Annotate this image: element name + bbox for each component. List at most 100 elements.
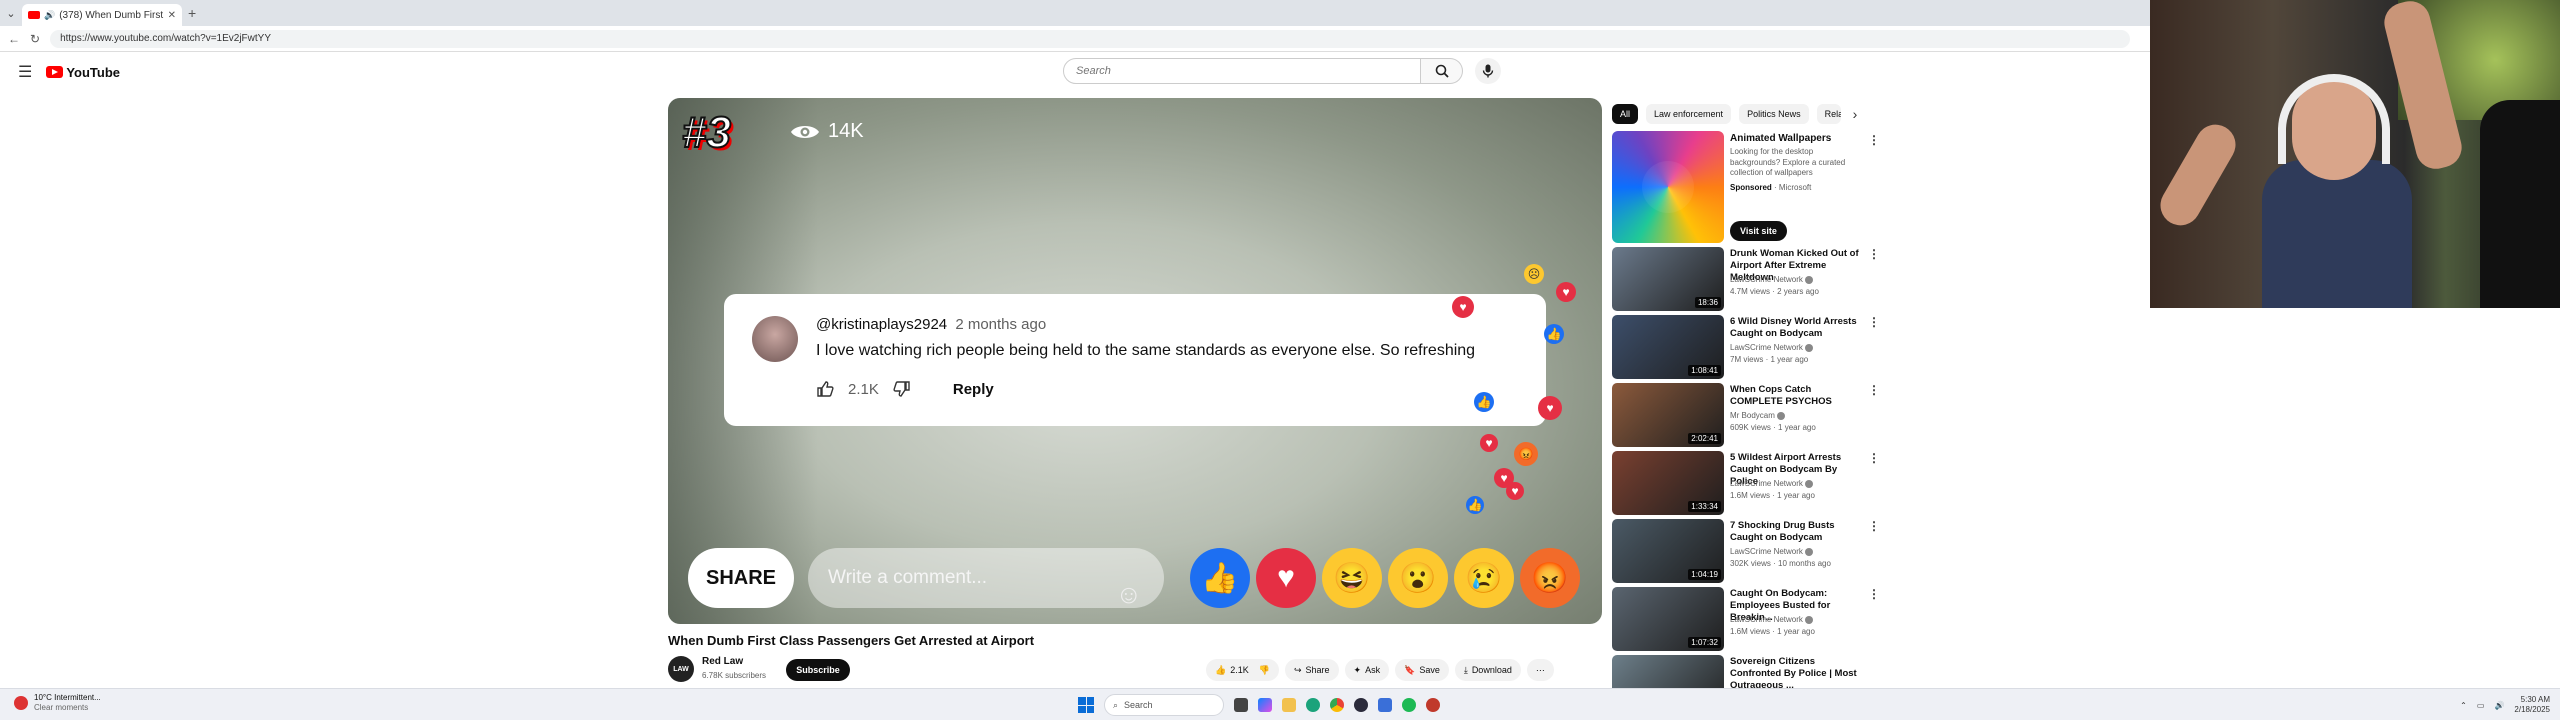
video-thumbnail[interactable]: 2:02:41 <box>1612 383 1724 447</box>
video-meta: 4.7M views · 2 years ago <box>1730 287 1819 296</box>
video-player[interactable]: #3 14K @kristinaplays2924 2 months ago I… <box>668 98 1602 624</box>
download-button[interactable]: ⤓ Download <box>1454 659 1521 681</box>
copilot-icon[interactable] <box>1258 698 1272 712</box>
visit-site-button[interactable]: Visit site <box>1730 221 1787 241</box>
chrome-icon[interactable] <box>1330 698 1344 712</box>
comment-header: @kristinaplays2924 2 months ago <box>816 316 1046 333</box>
browser-tab-active[interactable]: 🔊 (378) When Dumb First Class ✕ <box>22 4 182 26</box>
volume-icon[interactable]: 🔊 <box>2494 701 2504 710</box>
emoji-icon[interactable]: ☺ <box>1115 564 1142 624</box>
video-title[interactable]: When Cops Catch COMPLETE PSYCHOS <box>1730 384 1862 408</box>
more-vert-icon[interactable]: ⋮ <box>1868 519 1880 533</box>
recommended-video[interactable]: 1:07:32 Caught On Bodycam: Employees Bust… <box>1612 587 1880 651</box>
sponsored-ad[interactable]: Animated Wallpapers Looking for the desk… <box>1612 131 1880 243</box>
chevron-up-icon[interactable]: ⌃ <box>2460 701 2467 710</box>
more-vert-icon[interactable]: ⋮ <box>1868 247 1880 261</box>
voice-search-button[interactable] <box>1475 58 1501 84</box>
video-title[interactable]: Sovereign Citizens Confronted By Police … <box>1730 656 1862 691</box>
thumbs-up-icon: 👍 <box>1215 664 1227 675</box>
app-icon[interactable] <box>1426 698 1440 712</box>
streamer-body <box>2262 160 2412 308</box>
video-title[interactable]: 6 Wild Disney World Arrests Caught on Bo… <box>1730 316 1862 340</box>
video-thumbnail[interactable]: 1:07:32 <box>1612 587 1724 651</box>
video-thumbnail[interactable] <box>1612 655 1724 691</box>
weather-widget[interactable]: 10°C Intermittent... Clear moments <box>14 693 101 713</box>
channel-avatar[interactable]: LAW <box>668 656 694 682</box>
more-vert-icon[interactable]: ⋮ <box>1868 451 1880 465</box>
video-share-button[interactable]: SHARE <box>688 548 794 608</box>
float-heart-icon: ♥ <box>1452 296 1474 318</box>
wow-reaction-icon[interactable]: 😮 <box>1388 548 1448 608</box>
address-bar-row: ← ↻ https://www.youtube.com/watch?v=1Ev2… <box>0 26 2150 52</box>
like-button[interactable]: 👍 2.1K 👎 <box>1206 659 1279 681</box>
love-reaction-icon[interactable]: ♥ <box>1256 548 1316 608</box>
haha-reaction-icon[interactable]: 😆 <box>1322 548 1382 608</box>
clock[interactable]: 5:30 AM 2/18/2025 <box>2514 695 2550 715</box>
chip-law-enforcement[interactable]: Law enforcement <box>1646 104 1732 124</box>
dislike-icon[interactable]: 👎 <box>1259 665 1270 676</box>
channel-name[interactable]: LawSCrime Network <box>1730 275 1813 284</box>
channel-name[interactable]: LawSCrime Network <box>1730 343 1813 352</box>
recommended-video[interactable]: 1:33:34 5 Wildest Airport Arrests Caught … <box>1612 451 1880 515</box>
recommended-video[interactable]: 2:02:41 When Cops Catch COMPLETE PSYCHOS M… <box>1612 383 1880 447</box>
recommended-video[interactable]: 18:36 Drunk Woman Kicked Out of Airport A… <box>1612 247 1880 311</box>
like-reaction-icon[interactable]: 👍 <box>1190 548 1250 608</box>
task-view-icon[interactable] <box>1234 698 1248 712</box>
more-vert-icon[interactable]: ⋮ <box>1868 587 1880 601</box>
channel-name[interactable]: LawSCrime Network <box>1730 615 1813 624</box>
more-vert-icon[interactable]: ⋮ <box>1868 315 1880 329</box>
file-explorer-icon[interactable] <box>1282 698 1296 712</box>
more-vert-icon[interactable]: ⋮ <box>1868 655 1872 669</box>
tab-list-icon[interactable]: ⌄ <box>0 7 22 20</box>
edge-icon[interactable] <box>1306 698 1320 712</box>
chevron-right-icon[interactable]: › <box>1853 106 1858 122</box>
channel-name[interactable]: Mr Bodycam <box>1730 411 1785 420</box>
channel-name[interactable]: LawSCrime Network <box>1730 547 1813 556</box>
subscribe-button[interactable]: Subscribe <box>786 659 850 681</box>
youtube-logo[interactable]: YouTube <box>46 65 120 80</box>
sad-reaction-icon[interactable]: 😢 <box>1454 548 1514 608</box>
hamburger-menu-icon[interactable]: ☰ <box>18 62 32 82</box>
ad-thumbnail[interactable] <box>1612 131 1724 243</box>
search-button[interactable] <box>1421 58 1463 84</box>
url-field[interactable]: https://www.youtube.com/watch?v=1Ev2jFwt… <box>50 29 2131 48</box>
save-button[interactable]: 🔖 Save <box>1395 659 1449 681</box>
sparkle-icon: ✦ <box>1353 664 1362 675</box>
video-title[interactable]: 7 Shocking Drug Busts Caught on Bodycam <box>1730 520 1862 544</box>
video-thumbnail[interactable]: 18:36 <box>1612 247 1724 311</box>
write-comment-input[interactable]: Write a comment... ☺ <box>808 548 1164 609</box>
obs-icon[interactable] <box>1354 698 1368 712</box>
taskbar-search[interactable]: ⌕ Search <box>1104 694 1224 716</box>
close-tab-icon[interactable]: ✕ <box>168 10 176 21</box>
chip-related[interactable]: Rela <box>1816 104 1841 124</box>
webcam-overlay <box>2150 0 2560 308</box>
network-icon[interactable]: ▭ <box>2477 701 2485 710</box>
windows-start-icon[interactable] <box>1078 697 1094 713</box>
store-icon[interactable] <box>1378 698 1392 712</box>
speaker-icon[interactable]: 🔊 <box>44 10 55 21</box>
chip-politics-news[interactable]: Politics News <box>1739 104 1809 124</box>
more-vert-icon[interactable]: ⋮ <box>1868 133 1880 147</box>
eye-icon <box>791 125 819 138</box>
recommended-video[interactable]: 1:08:41 6 Wild Disney World Arrests Caugh… <box>1612 315 1880 379</box>
channel-name[interactable]: Red Law <box>702 656 743 667</box>
recommended-video[interactable]: 1:04:19 7 Shocking Drug Busts Caught on B… <box>1612 519 1880 583</box>
video-thumbnail[interactable]: 1:33:34 <box>1612 451 1724 515</box>
chip-all[interactable]: All <box>1612 104 1639 124</box>
recommended-video[interactable]: Sovereign Citizens Confronted By Police … <box>1612 655 1872 691</box>
more-vert-icon[interactable]: ⋮ <box>1868 383 1880 397</box>
share-button[interactable]: ↪ Share <box>1284 659 1339 681</box>
back-icon[interactable]: ← <box>8 32 20 46</box>
video-thumbnail[interactable]: 1:08:41 <box>1612 315 1724 379</box>
new-tab-icon[interactable]: + <box>188 5 196 21</box>
streamer-arm <box>2153 117 2243 233</box>
spotify-icon[interactable] <box>1402 698 1416 712</box>
channel-name[interactable]: LawSCrime Network <box>1730 479 1813 488</box>
ask-button[interactable]: ✦ Ask <box>1344 659 1390 681</box>
reload-icon[interactable]: ↻ <box>30 32 40 46</box>
angry-reaction-icon[interactable]: 😡 <box>1520 548 1580 608</box>
headset-icon <box>2278 74 2390 164</box>
more-actions-button[interactable]: ⋯ <box>1526 659 1554 681</box>
search-input[interactable] <box>1063 58 1421 84</box>
video-thumbnail[interactable]: 1:04:19 <box>1612 519 1724 583</box>
